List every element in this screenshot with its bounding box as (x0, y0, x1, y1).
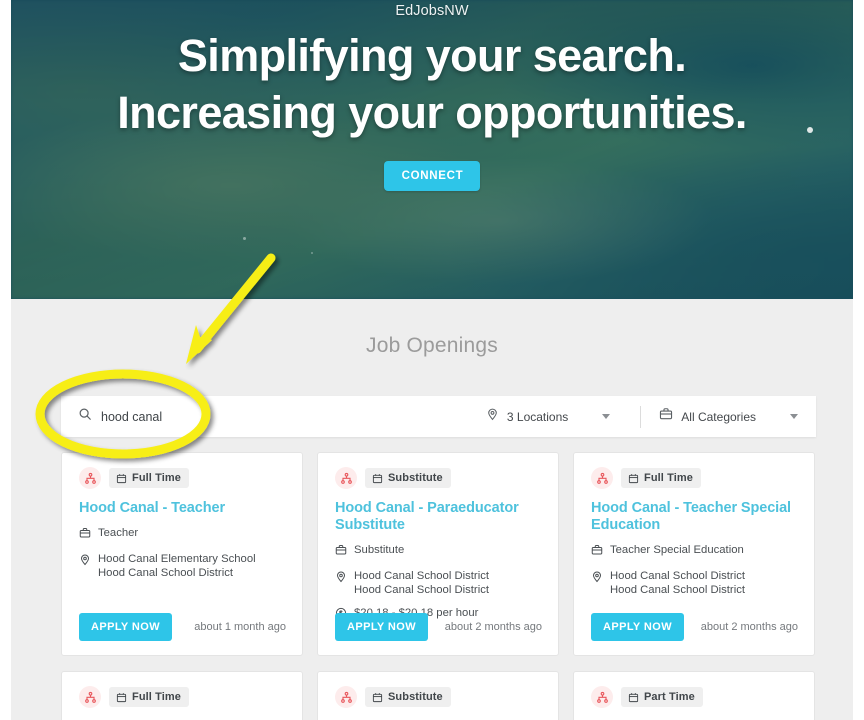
job-location-secondary: Hood Canal School District (610, 584, 745, 596)
job-card-footer: APPLY NOW about 2 months ago (335, 613, 542, 641)
job-category-label: Teacher Special Education (610, 544, 744, 556)
job-type-chip: Substitute (365, 687, 451, 707)
job-category-row: Teacher (79, 526, 286, 543)
job-category-row: Substitute (335, 543, 542, 560)
calendar-icon (628, 473, 639, 483)
job-location-primary: Hood Canal Elementary School (98, 553, 256, 565)
job-posted-time: about 1 month ago (194, 621, 286, 633)
search-bar: hood canal 3 Locations All Categories (61, 396, 816, 437)
map-pin-icon (486, 407, 499, 426)
job-card-tags: Substitute (335, 686, 542, 708)
job-location-row: Hood Canal School District Hood Canal Sc… (591, 569, 798, 597)
briefcase-icon (335, 543, 348, 560)
job-category-row: Teacher Special Education (591, 543, 798, 560)
apply-now-button[interactable]: APPLY NOW (79, 613, 173, 641)
sitemap-icon (591, 686, 613, 708)
job-card[interactable]: Part Time Hood Canal - Office Assistant (573, 671, 815, 720)
job-card-footer: APPLY NOW about 1 month ago (79, 613, 286, 641)
job-card[interactable]: Full Time Hood Canal - Teacher Special E… (573, 452, 815, 656)
job-category-label: Substitute (354, 544, 405, 556)
job-type-chip: Full Time (109, 468, 189, 488)
job-posted-time: about 2 months ago (700, 621, 798, 633)
job-card[interactable]: Full Time Hood Canal - Teacher Teacher H… (61, 452, 303, 656)
apply-now-button[interactable]: APPLY NOW (591, 613, 685, 641)
job-location-text: Hood Canal School District Hood Canal Sc… (610, 569, 745, 597)
job-location-secondary: Hood Canal School District (354, 584, 489, 596)
job-type-chip: Full Time (109, 687, 189, 707)
job-card-tags: Part Time (591, 686, 798, 708)
briefcase-icon (591, 543, 604, 560)
job-card[interactable]: Substitute Hood Canal - Paraeducator Sub… (317, 452, 559, 656)
calendar-icon (372, 473, 383, 483)
sitemap-icon (79, 686, 101, 708)
category-filter-dropdown[interactable]: All Categories (659, 396, 798, 437)
sitemap-icon (591, 467, 613, 489)
job-type-label: Substitute (388, 472, 443, 484)
briefcase-icon (79, 526, 92, 543)
job-location-secondary: Hood Canal School District (98, 567, 233, 579)
job-card-tags: Full Time (79, 686, 286, 708)
job-type-label: Full Time (132, 691, 181, 703)
briefcase-icon (659, 407, 673, 426)
sitemap-icon (335, 686, 357, 708)
job-type-label: Full Time (132, 472, 181, 484)
job-location-primary: Hood Canal School District (610, 570, 745, 582)
site-brand-name: EdJobsNW (395, 3, 469, 19)
search-input[interactable]: hood canal (61, 396, 486, 437)
page-root: EdJobsNW Simplifying your search. Increa… (0, 0, 864, 720)
connect-button[interactable]: CONNECT (383, 161, 481, 191)
hero-headline-line-2: Increasing your opportunities. (117, 87, 747, 138)
hero-headline-line-1: Simplifying your search. (177, 30, 687, 81)
search-icon (78, 407, 92, 426)
job-location-text: Hood Canal School District Hood Canal Sc… (354, 569, 489, 597)
job-location-row: Hood Canal School District Hood Canal Sc… (335, 569, 542, 597)
job-title-link[interactable]: Hood Canal - Teacher (79, 500, 286, 517)
map-pin-icon (335, 569, 348, 597)
job-location-primary: Hood Canal School District (354, 570, 489, 582)
job-location-text: Hood Canal Elementary School Hood Canal … (98, 552, 256, 580)
job-type-chip: Part Time (621, 687, 703, 707)
filter-divider (640, 405, 642, 428)
search-input-value: hood canal (101, 409, 163, 424)
map-pin-icon (79, 552, 92, 580)
location-filter-label: 3 Locations (506, 409, 569, 424)
job-card-tags: Full Time (79, 467, 286, 489)
job-title-link[interactable]: Hood Canal - Teacher Special Education (591, 500, 798, 534)
sitemap-icon (79, 467, 101, 489)
chevron-down-icon (602, 414, 611, 419)
apply-now-button[interactable]: APPLY NOW (335, 613, 429, 641)
map-pin-icon (591, 569, 604, 597)
job-title-link[interactable]: Hood Canal - Paraeducator Substitute (335, 500, 542, 534)
job-location-row: Hood Canal Elementary School Hood Canal … (79, 552, 286, 580)
sitemap-icon (335, 467, 357, 489)
location-filter-dropdown[interactable]: 3 Locations (486, 396, 611, 437)
hero-headline: Simplifying your search. Increasing your… (117, 27, 747, 141)
job-type-label: Substitute (388, 691, 443, 703)
job-card-footer: APPLY NOW about 2 months ago (591, 613, 798, 641)
job-category-label: Teacher (98, 527, 139, 539)
job-type-chip: Full Time (621, 468, 701, 488)
category-filter-label: All Categories (681, 409, 756, 424)
job-cards-grid: Full Time Hood Canal - Teacher Teacher H… (61, 452, 816, 720)
job-card[interactable]: Full Time Hood Canal - Bus Driver (61, 671, 303, 720)
job-type-chip: Substitute (365, 468, 451, 488)
job-card[interactable]: Substitute Hood Canal - Substitute Teach… (317, 671, 559, 720)
job-type-label: Full Time (644, 472, 693, 484)
job-card-tags: Substitute (335, 467, 542, 489)
calendar-icon (116, 692, 127, 702)
job-openings-section: Job Openings hood canal 3 Locations All … (11, 299, 853, 720)
chevron-down-icon (790, 414, 798, 419)
job-card-tags: Full Time (591, 467, 798, 489)
job-type-label: Part Time (644, 691, 695, 703)
calendar-icon (372, 692, 383, 702)
job-posted-time: about 2 months ago (444, 621, 542, 633)
calendar-icon (628, 692, 639, 702)
calendar-icon (116, 473, 127, 483)
hero-banner: EdJobsNW Simplifying your search. Increa… (11, 0, 853, 299)
job-openings-heading: Job Openings (366, 334, 498, 357)
